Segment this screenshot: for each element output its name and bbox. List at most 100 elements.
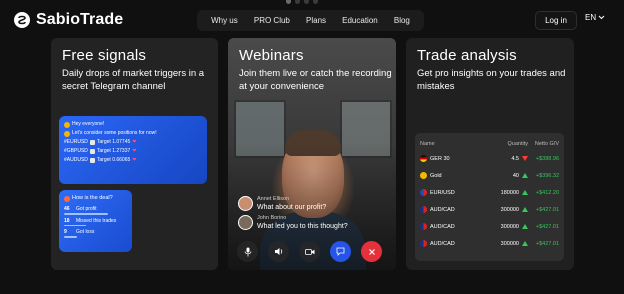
poll-option[interactable]: 46 Got profit [64, 205, 127, 213]
poll-count: 9 [64, 229, 67, 235]
camera-icon [304, 248, 314, 255]
au-ca-flag-icon [420, 240, 427, 247]
language-selector[interactable]: EN [585, 13, 605, 22]
main-nav: Why us PRO Club Plans Education Blog [197, 10, 424, 31]
poll-bar [64, 236, 77, 238]
carousel-dot[interactable] [286, 0, 291, 4]
carousel-dot[interactable] [304, 0, 309, 4]
call-controls [237, 241, 382, 262]
table-row[interactable]: GER 30 4.5 +$388.96 [420, 150, 559, 167]
avatar [238, 196, 253, 211]
quantity: 300000 [500, 240, 519, 247]
profit: +$388.96 [535, 155, 559, 162]
poll-count: 18 [64, 217, 70, 224]
card-title: Trade analysis [417, 47, 517, 64]
nav-item-education[interactable]: Education [342, 16, 378, 25]
emoji-icon [64, 130, 70, 137]
poll-count: 46 [64, 206, 70, 212]
quantity: 4.5 [511, 155, 519, 162]
instrument-name: AUD/CAD [430, 206, 455, 213]
gold-icon [420, 172, 427, 179]
mic-icon [244, 247, 251, 256]
language-label: EN [585, 13, 597, 22]
card-subtitle: Join them live or catch the recording at… [239, 68, 392, 92]
table-header: Name Quantity Netto G/V [420, 137, 559, 150]
nav-item-why-us[interactable]: Why us [211, 16, 238, 25]
telegram-message: Hey everyone! Let's consider some positi… [59, 116, 207, 184]
trades-table: Name Quantity Netto G/V GER 30 4.5 +$388… [415, 133, 564, 261]
instrument-name: AUD/CAD [430, 223, 455, 230]
brand[interactable]: SabioTrade [14, 11, 123, 29]
poll-option[interactable]: 18 Missed this trades [64, 217, 127, 225]
poll-label: Got profit [76, 206, 97, 212]
table-row[interactable]: AUD/CAD 300000 +$427.01 [420, 235, 559, 252]
chat-button[interactable] [330, 241, 351, 262]
emoji-icon [64, 121, 70, 128]
profit: +$427.01 [535, 240, 559, 247]
instrument-name: AUD/CAD [430, 240, 455, 247]
quantity: 180000 [500, 189, 519, 196]
target-icon [89, 158, 95, 163]
table-row[interactable]: Gold 40 +$396.32 [420, 167, 559, 184]
speaker-icon [274, 248, 282, 255]
carousel-dot[interactable] [313, 0, 318, 4]
close-icon [368, 248, 375, 255]
column-header: Quantity [507, 140, 528, 147]
target-icon [89, 140, 95, 145]
profit: +$427.01 [535, 223, 559, 230]
heart-icon: ❤ [132, 139, 137, 145]
poll-widget: How is the deal? 46 Got profit 18 Missed t… [59, 190, 132, 252]
profit: +$412.20 [535, 189, 559, 196]
signal-pair: #AUDUSD [64, 157, 88, 163]
carousel-dots [286, 0, 318, 4]
nav-item-blog[interactable]: Blog [394, 16, 410, 25]
target-icon [89, 149, 95, 154]
card-title: Free signals [62, 47, 147, 64]
card-subtitle: Daily drops of market triggers in a secr… [62, 68, 205, 92]
signal-pair: #EURUSD [64, 139, 88, 145]
poll-bar [64, 224, 87, 226]
instrument-name: EUR/USD [430, 189, 455, 196]
card-title: Webinars [239, 47, 304, 64]
poll-label: Missed this trades [76, 217, 117, 224]
profit: +$396.32 [535, 172, 559, 179]
signal-pair: #GBPUSD [64, 148, 88, 154]
avatar [238, 215, 253, 230]
table-row[interactable]: EUR/USD 180000 +$412.20 [420, 184, 559, 201]
chat-message: Annet Ellison What about our profit? [238, 196, 326, 212]
poll-label: Got loss [76, 229, 95, 235]
signal-target: Target 1.27337 [96, 148, 131, 154]
chat-author: John Borino [257, 215, 287, 221]
nav-item-pro-club[interactable]: PRO Club [254, 16, 290, 25]
speaker-button[interactable] [268, 241, 289, 262]
login-button[interactable]: Log in [535, 11, 577, 30]
webinars-card[interactable]: Webinars Join them live or catch the rec… [228, 38, 396, 270]
table-row[interactable]: AUD/CAD 300000 +$427.01 [420, 201, 559, 218]
quantity: 40 [512, 172, 519, 179]
column-header: Netto G/V [534, 140, 559, 147]
profit: +$427.01 [535, 206, 559, 213]
carousel-dot[interactable] [295, 0, 300, 4]
column-header: Name [420, 140, 435, 147]
au-ca-flag-icon [420, 223, 427, 230]
table-row[interactable]: AUD/CAD 300000 +$427.01 [420, 218, 559, 235]
instrument-name: Gold [430, 172, 442, 179]
card-subtitle: Get pro insights on your trades and mist… [417, 68, 566, 92]
camera-button[interactable] [299, 241, 320, 262]
heart-icon: ❤ [132, 148, 137, 154]
mic-button[interactable] [237, 241, 258, 262]
logo-icon [14, 12, 30, 28]
chat-text: What about our profit? [257, 204, 327, 211]
de-flag-icon [420, 155, 427, 162]
brand-name: SabioTrade [36, 11, 124, 28]
chat-author: Annet Ellison [257, 196, 290, 202]
poll-option[interactable]: 9 Got loss [64, 228, 127, 236]
message-greeting: Hey everyone! [72, 121, 105, 127]
heart-icon: ❤ [132, 157, 137, 163]
chevron-down-icon [598, 15, 605, 20]
quantity: 300000 [500, 223, 519, 230]
nav-item-plans[interactable]: Plans [306, 16, 326, 25]
poll-question: How is the deal? [72, 195, 113, 201]
hangup-button[interactable] [361, 241, 382, 262]
instrument-name: GER 30 [430, 155, 450, 162]
